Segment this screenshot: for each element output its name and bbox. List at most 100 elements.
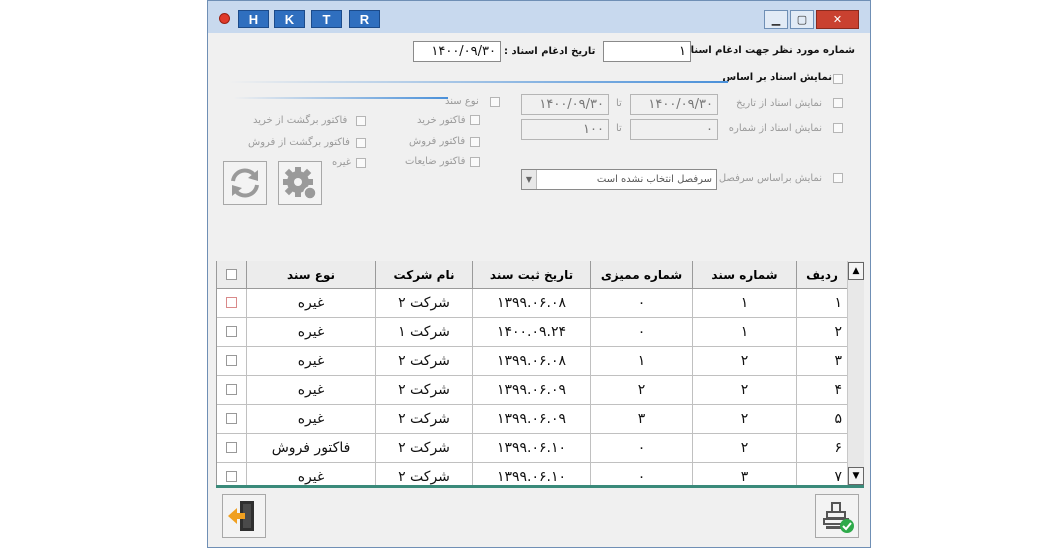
audit-number-cell: ۰ [591, 289, 693, 318]
refresh-button[interactable] [223, 161, 267, 205]
select-all-header[interactable] [217, 261, 247, 289]
audit-number-cell: ۳ [591, 405, 693, 434]
row-checkbox[interactable] [226, 471, 237, 482]
table-row[interactable]: غیره شرکت ۲ ۱۳۹۹.۰۶.۰۹ ۳ ۲ ۵ [217, 405, 848, 434]
purchase-invoice-checkbox[interactable] [470, 115, 480, 125]
merge-number-input[interactable]: ۱ [603, 41, 691, 62]
purchase-invoice-label: فاکتور خرید [417, 115, 466, 126]
scroll-up-arrow[interactable]: ▲ [848, 262, 864, 280]
select-all-checkbox[interactable] [226, 269, 237, 280]
doc-number-cell: ۳ [693, 463, 797, 486]
from-number-label: نمایش اسناد از شماره [728, 123, 822, 134]
audit-number-cell: ۱ [591, 347, 693, 376]
approve-button[interactable] [815, 494, 859, 538]
doc-number-cell: ۲ [693, 405, 797, 434]
h-button[interactable]: H [238, 10, 269, 28]
r-button[interactable]: R [349, 10, 380, 28]
audit-number-header[interactable]: شماره ممیزی [591, 261, 693, 289]
company-name-cell: شرکت ۱ [376, 318, 473, 347]
row-checkbox[interactable] [226, 355, 237, 366]
title-bar: H K T R ▁ ▢ ✕ [208, 1, 870, 33]
table-row[interactable]: غیره شرکت ۱ ۱۴۰۰.۰۹.۲۴ ۰ ۱ ۲ [217, 318, 848, 347]
heading-checkbox[interactable] [833, 173, 843, 183]
row-select-cell[interactable] [217, 463, 247, 486]
row-number-header[interactable]: ردیف [797, 261, 848, 289]
heading-select[interactable]: سرفصل انتخاب نشده است [521, 169, 717, 190]
company-name-header[interactable]: نام شرکت [376, 261, 473, 289]
row-number-cell: ۴ [797, 376, 848, 405]
doc-number-cell: ۱ [693, 318, 797, 347]
chevron-down-icon[interactable]: ▼ [522, 170, 537, 189]
close-button[interactable]: ✕ [816, 10, 859, 29]
sales-invoice-checkbox[interactable] [470, 137, 480, 147]
documents-table: نوع سند نام شرکت تاریخ ثبت سند شماره ممیزی ش… [216, 261, 848, 486]
sales-return-checkbox[interactable] [356, 138, 366, 148]
company-name-cell: شرکت ۲ [376, 347, 473, 376]
purchase-return-checkbox[interactable] [356, 116, 366, 126]
to-label: تا [616, 98, 622, 109]
audit-number-cell: ۰ [591, 318, 693, 347]
row-checkbox[interactable] [226, 326, 237, 337]
doc-type-cell: فاکتور فروش [247, 434, 376, 463]
row-number-cell: ۲ [797, 318, 848, 347]
row-checkbox[interactable] [226, 442, 237, 453]
row-select-cell[interactable] [217, 318, 247, 347]
to-number-input[interactable]: ۱۰۰ [521, 119, 609, 140]
t-button[interactable]: T [311, 10, 342, 28]
company-name-cell: شرکت ۲ [376, 289, 473, 318]
doc-number-cell: ۲ [693, 376, 797, 405]
doc-type-cell: غیره [247, 405, 376, 434]
row-select-cell[interactable] [217, 289, 247, 318]
waste-invoice-checkbox[interactable] [470, 157, 480, 167]
maximize-button[interactable]: ▢ [790, 10, 814, 29]
exit-door-icon [228, 501, 254, 531]
other-label: غیره [332, 157, 352, 168]
other-checkbox[interactable] [356, 158, 366, 168]
table-row[interactable]: فاکتور فروش شرکت ۲ ۱۳۹۹.۰۶.۱۰ ۰ ۲ ۶ [217, 434, 848, 463]
reg-date-cell: ۱۳۹۹.۰۶.۱۰ [473, 434, 591, 463]
table-row[interactable]: غیره شرکت ۲ ۱۳۹۹.۰۶.۰۹ ۲ ۲ ۴ [217, 376, 848, 405]
settings-button[interactable] [278, 161, 322, 205]
from-number-input[interactable]: ۰ [630, 119, 718, 140]
doc-type-cell: غیره [247, 376, 376, 405]
doc-type-cell: غیره [247, 347, 376, 376]
from-date-input[interactable]: ۱۴۰۰/۰۹/۳۰ [630, 94, 718, 115]
to-date-input[interactable]: ۱۴۰۰/۰۹/۳۰ [521, 94, 609, 115]
audit-number-cell: ۲ [591, 376, 693, 405]
gear-icon [283, 167, 317, 200]
k-button[interactable]: K [274, 10, 305, 28]
row-select-cell[interactable] [217, 376, 247, 405]
doc-type-header[interactable]: نوع سند [247, 261, 376, 289]
show-by-label: نمایش اسناد بر اساس [722, 72, 832, 83]
doc-type-checkbox[interactable] [490, 97, 500, 107]
reg-date-cell: ۱۳۹۹.۰۶.۰۹ [473, 376, 591, 405]
reg-date-header[interactable]: تاریخ ثبت سند [473, 261, 591, 289]
merge-date-input[interactable]: ۱۴۰۰/۰۹/۳۰ [413, 41, 501, 62]
exit-button[interactable] [222, 494, 266, 538]
row-checkbox[interactable] [226, 384, 237, 395]
from-date-checkbox[interactable] [833, 98, 843, 108]
row-checkbox[interactable] [226, 297, 237, 308]
row-select-cell[interactable] [217, 434, 247, 463]
doc-type-label: نوع سند [445, 96, 479, 107]
show-by-checkbox[interactable] [833, 74, 843, 84]
doc-type-cell: غیره [247, 318, 376, 347]
row-checkbox[interactable] [226, 413, 237, 424]
row-select-cell[interactable] [217, 347, 247, 376]
app-window: H K T R ▁ ▢ ✕ شماره مورد نظر جهت ادغام ا… [207, 0, 871, 548]
row-select-cell[interactable] [217, 405, 247, 434]
table-row[interactable]: غیره شرکت ۲ ۱۳۹۹.۰۶.۱۰ ۰ ۳ ۷ [217, 463, 848, 486]
audit-number-cell: ۰ [591, 463, 693, 486]
doc-number-header[interactable]: شماره سند [693, 261, 797, 289]
company-name-cell: شرکت ۲ [376, 463, 473, 486]
scroll-down-arrow[interactable]: ▼ [848, 467, 864, 485]
from-number-checkbox[interactable] [833, 123, 843, 133]
table-row[interactable]: غیره شرکت ۲ ۱۳۹۹.۰۶.۰۸ ۰ ۱ ۱ [217, 289, 848, 318]
table-row[interactable]: غیره شرکت ۲ ۱۳۹۹.۰۶.۰۸ ۱ ۲ ۳ [217, 347, 848, 376]
minimize-button[interactable]: ▁ [764, 10, 788, 29]
reg-date-cell: ۱۳۹۹.۰۶.۰۹ [473, 405, 591, 434]
separator-line [228, 81, 728, 83]
table-scrollbar[interactable]: ▲ ▼ [847, 261, 864, 486]
waste-invoice-label: فاکتور ضایعات [405, 156, 466, 167]
reg-date-cell: ۱۴۰۰.۰۹.۲۴ [473, 318, 591, 347]
